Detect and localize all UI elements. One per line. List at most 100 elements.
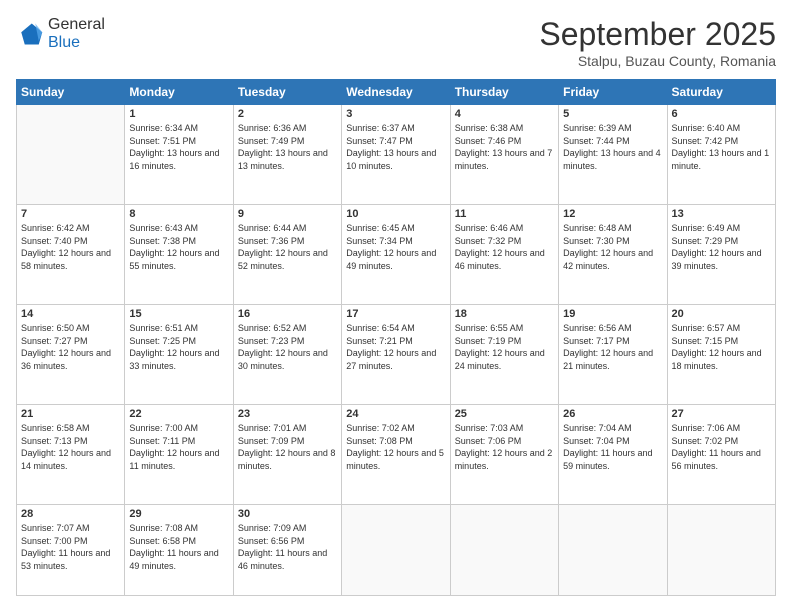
header-wednesday: Wednesday [342,80,450,105]
calendar-cell: 5Sunrise: 6:39 AMSunset: 7:44 PMDaylight… [559,105,667,205]
calendar-week-row: 21 Sunrise: 6:58 AMSunset: 7:13 PMDayligh… [17,405,776,505]
header-tuesday: Tuesday [233,80,341,105]
day-number: 9 [238,208,337,220]
calendar-cell: 20 Sunrise: 6:57 AMSunset: 7:15 PMDayligh… [667,305,775,405]
day-info: Sunrise: 7:07 AMSunset: 7:00 PMDaylight:… [21,522,120,572]
day-info: Sunrise: 6:52 AMSunset: 7:23 PMDaylight:… [238,322,337,372]
calendar-cell: 25Sunrise: 7:03 AMSunset: 7:06 PMDayligh… [450,405,558,505]
calendar-cell: 18Sunrise: 6:55 AMSunset: 7:19 PMDayligh… [450,305,558,405]
day-number: 26 [563,408,662,420]
day-info: Sunrise: 7:01 AMSunset: 7:09 PMDaylight:… [238,422,337,472]
calendar-cell: 1 Sunrise: 6:34 AMSunset: 7:51 PMDaylight… [125,105,233,205]
calendar-cell: 23 Sunrise: 7:01 AMSunset: 7:09 PMDayligh… [233,405,341,505]
day-info: Sunrise: 6:56 AMSunset: 7:17 PMDaylight:… [563,322,662,372]
header-sunday: Sunday [17,80,125,105]
logo-text: General Blue [48,16,105,52]
calendar-cell: 8 Sunrise: 6:43 AMSunset: 7:38 PMDaylight… [125,205,233,305]
day-number: 27 [672,408,771,420]
calendar-cell: 19 Sunrise: 6:56 AMSunset: 7:17 PMDayligh… [559,305,667,405]
day-number: 12 [563,208,662,220]
calendar-cell: 17Sunrise: 6:54 AMSunset: 7:21 PMDayligh… [342,305,450,405]
day-number: 29 [129,508,228,520]
day-info: Sunrise: 6:34 AMSunset: 7:51 PMDaylight:… [129,122,228,172]
day-info: Sunrise: 6:37 AMSunset: 7:47 PMDaylight:… [346,122,445,172]
header: General Blue September 2025 Stalpu, Buza… [16,16,776,69]
day-number: 5 [563,108,662,120]
header-monday: Monday [125,80,233,105]
day-info: Sunrise: 6:50 AMSunset: 7:27 PMDaylight:… [21,322,120,372]
calendar-cell [450,505,558,596]
day-number: 6 [672,108,771,120]
calendar-cell: 10 Sunrise: 6:45 AMSunset: 7:34 PMDayligh… [342,205,450,305]
logo: General Blue [16,16,105,52]
day-number: 1 [129,108,228,120]
calendar-cell: 16 Sunrise: 6:52 AMSunset: 7:23 PMDayligh… [233,305,341,405]
day-number: 2 [238,108,337,120]
calendar-cell: 6Sunrise: 6:40 AMSunset: 7:42 PMDaylight… [667,105,775,205]
day-info: Sunrise: 6:43 AMSunset: 7:38 PMDaylight:… [129,222,228,272]
calendar-table: Sunday Monday Tuesday Wednesday Thursday… [16,79,776,596]
calendar-week-row: 1 Sunrise: 6:34 AMSunset: 7:51 PMDaylight… [17,105,776,205]
day-info: Sunrise: 6:45 AMSunset: 7:34 PMDaylight:… [346,222,445,272]
day-number: 20 [672,308,771,320]
day-number: 7 [21,208,120,220]
calendar-cell: 7 Sunrise: 6:42 AMSunset: 7:40 PMDaylight… [17,205,125,305]
logo-icon [16,20,44,48]
day-number: 23 [238,408,337,420]
day-number: 22 [129,408,228,420]
calendar-cell: 9 Sunrise: 6:44 AMSunset: 7:36 PMDaylight… [233,205,341,305]
month-title: September 2025 [539,16,776,53]
day-number: 21 [21,408,120,420]
day-number: 24 [346,408,445,420]
page: General Blue September 2025 Stalpu, Buza… [0,0,792,612]
calendar-cell [342,505,450,596]
day-info: Sunrise: 6:51 AMSunset: 7:25 PMDaylight:… [129,322,228,372]
calendar-cell: 21 Sunrise: 6:58 AMSunset: 7:13 PMDayligh… [17,405,125,505]
calendar-week-row: 7 Sunrise: 6:42 AMSunset: 7:40 PMDaylight… [17,205,776,305]
day-info: Sunrise: 6:58 AMSunset: 7:13 PMDaylight:… [21,422,120,472]
day-number: 15 [129,308,228,320]
day-info: Sunrise: 6:42 AMSunset: 7:40 PMDaylight:… [21,222,120,272]
calendar-cell: 3 Sunrise: 6:37 AMSunset: 7:47 PMDaylight… [342,105,450,205]
calendar-week-row: 14Sunrise: 6:50 AMSunset: 7:27 PMDayligh… [17,305,776,405]
day-number: 3 [346,108,445,120]
day-info: Sunrise: 6:55 AMSunset: 7:19 PMDaylight:… [455,322,554,372]
calendar-cell: 14Sunrise: 6:50 AMSunset: 7:27 PMDayligh… [17,305,125,405]
calendar-cell [17,105,125,205]
day-info: Sunrise: 6:44 AMSunset: 7:36 PMDaylight:… [238,222,337,272]
day-number: 4 [455,108,554,120]
calendar-cell: 24 Sunrise: 7:02 AMSunset: 7:08 PMDayligh… [342,405,450,505]
calendar-cell [667,505,775,596]
day-info: Sunrise: 6:36 AMSunset: 7:49 PMDaylight:… [238,122,337,172]
day-number: 16 [238,308,337,320]
day-number: 10 [346,208,445,220]
calendar-cell: 12Sunrise: 6:48 AMSunset: 7:30 PMDayligh… [559,205,667,305]
location-subtitle: Stalpu, Buzau County, Romania [539,53,776,69]
calendar-cell: 28 Sunrise: 7:07 AMSunset: 7:00 PMDayligh… [17,505,125,596]
day-number: 17 [346,308,445,320]
day-info: Sunrise: 6:46 AMSunset: 7:32 PMDaylight:… [455,222,554,272]
calendar-cell: 26 Sunrise: 7:04 AMSunset: 7:04 PMDayligh… [559,405,667,505]
day-info: Sunrise: 7:06 AMSunset: 7:02 PMDaylight:… [672,422,771,472]
calendar-cell: 29 Sunrise: 7:08 AMSunset: 6:58 PMDayligh… [125,505,233,596]
day-info: Sunrise: 7:08 AMSunset: 6:58 PMDaylight:… [129,522,228,572]
day-info: Sunrise: 6:57 AMSunset: 7:15 PMDaylight:… [672,322,771,372]
day-info: Sunrise: 7:04 AMSunset: 7:04 PMDaylight:… [563,422,662,472]
calendar-cell: 27 Sunrise: 7:06 AMSunset: 7:02 PMDayligh… [667,405,775,505]
weekday-header-row: Sunday Monday Tuesday Wednesday Thursday… [17,80,776,105]
header-thursday: Thursday [450,80,558,105]
day-info: Sunrise: 6:38 AMSunset: 7:46 PMDaylight:… [455,122,554,172]
calendar-cell: 13Sunrise: 6:49 AMSunset: 7:29 PMDayligh… [667,205,775,305]
title-block: September 2025 Stalpu, Buzau County, Rom… [539,16,776,69]
day-info: Sunrise: 7:02 AMSunset: 7:08 PMDaylight:… [346,422,445,472]
day-number: 30 [238,508,337,520]
header-friday: Friday [559,80,667,105]
day-number: 28 [21,508,120,520]
calendar-cell: 22Sunrise: 7:00 AMSunset: 7:11 PMDayligh… [125,405,233,505]
day-number: 19 [563,308,662,320]
calendar-cell [559,505,667,596]
calendar-cell: 2 Sunrise: 6:36 AMSunset: 7:49 PMDaylight… [233,105,341,205]
header-saturday: Saturday [667,80,775,105]
calendar-cell: 15 Sunrise: 6:51 AMSunset: 7:25 PMDayligh… [125,305,233,405]
day-number: 8 [129,208,228,220]
